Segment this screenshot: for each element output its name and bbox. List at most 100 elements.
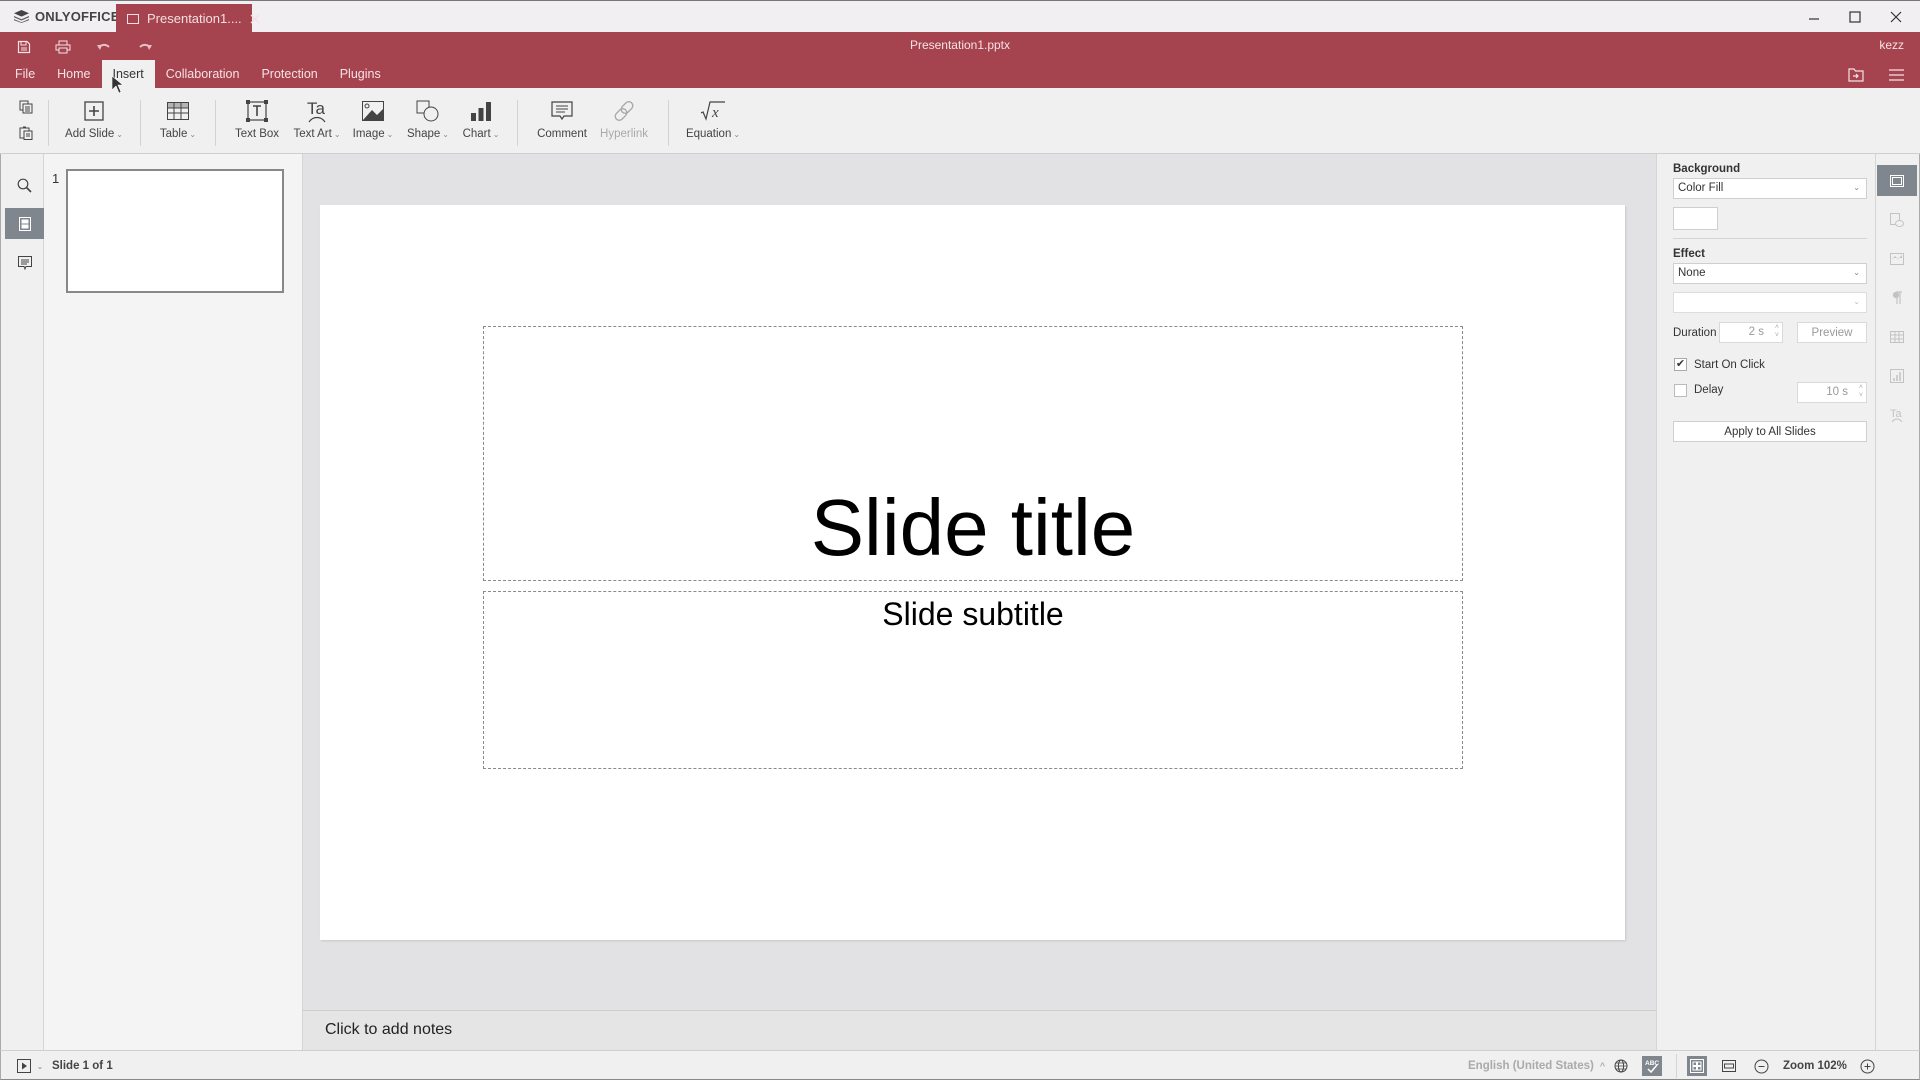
maximize-icon[interactable] [1843,7,1867,27]
slide-title[interactable]: Slide title [811,488,1136,568]
text-art-settings-icon: Ta [1890,407,1904,423]
duration-label: Duration [1673,327,1717,339]
start-slideshow-button[interactable] [16,1056,32,1076]
shape-icon [416,98,440,124]
close-window-icon[interactable] [1884,7,1908,27]
onlyoffice-logo-icon [14,10,29,23]
duration-value: 2 s [1748,326,1764,338]
paragraph-settings-icon [1892,290,1902,305]
slides-button[interactable] [5,208,44,239]
undo-icon[interactable] [92,37,116,57]
title-placeholder[interactable]: Slide title [483,326,1463,581]
spell-check-button[interactable]: ABC [1642,1056,1662,1076]
spinner-arrows-icon[interactable]: ˄ ˅ [1775,324,1779,340]
chevron-down-icon: ⌄ [386,130,394,139]
chevron-down-icon: ⌄ [733,130,741,139]
shape-settings-button[interactable] [1877,204,1917,235]
delay-checkbox[interactable] [1674,384,1687,397]
globe-icon [1614,1059,1628,1073]
image-button[interactable]: Image ⌄ [350,98,396,148]
notes-placeholder[interactable]: Click to add notes [325,1021,452,1039]
copy-icon[interactable] [16,98,36,116]
zoom-level[interactable]: Zoom 102% [1783,1056,1847,1076]
close-tab-icon[interactable] [250,14,260,24]
minimize-icon[interactable] [1802,7,1826,27]
effect-type-select[interactable]: ⌄ [1673,292,1867,313]
tab-protection[interactable]: Protection [250,60,328,88]
background-color-swatch[interactable] [1673,207,1718,230]
delay-input[interactable]: 10 s ˄ ˅ [1797,382,1867,403]
search-button[interactable] [5,170,44,201]
chevron-down-icon: ⌄ [1853,268,1860,277]
spinner-arrows-icon[interactable]: ˄ ˅ [1859,384,1863,400]
image-icon [362,98,384,124]
effect-select[interactable]: None ⌄ [1673,263,1867,284]
slide-counter: Slide 1 of 1 [52,1060,113,1072]
set-language-button[interactable] [1612,1056,1630,1076]
slide-settings-button[interactable] [1877,165,1917,196]
zoom-out-button[interactable] [1752,1056,1770,1076]
chart-button[interactable]: Chart ⌄ [459,98,503,148]
save-icon[interactable] [12,37,36,57]
open-location-icon[interactable] [1845,65,1867,85]
section-divider [1673,238,1867,239]
slide-subtitle[interactable]: Slide subtitle [882,596,1063,633]
zoom-in-button[interactable] [1858,1056,1876,1076]
apply-to-all-slides-button[interactable]: Apply to All Slides [1673,421,1867,442]
search-icon [17,178,32,193]
tab-collaboration[interactable]: Collaboration [155,60,251,88]
language-selector[interactable]: English (United States) ^ [1468,1056,1605,1076]
shape-button[interactable]: Shape ⌄ [404,98,452,148]
notes-area[interactable]: Click to add notes [303,1010,1656,1050]
text-art-settings-button[interactable]: Ta [1877,399,1917,430]
paste-icon[interactable] [16,124,36,142]
user-name[interactable]: kezz [1879,38,1904,52]
effect-value: None [1678,267,1706,279]
document-tab-icon [127,13,139,24]
fit-to-width-button[interactable] [1720,1056,1738,1076]
fit-to-slide-button[interactable] [1687,1056,1707,1076]
paragraph-settings-button[interactable] [1877,282,1917,313]
start-on-click-checkbox[interactable]: ✔ [1674,358,1687,371]
slide-thumbnail[interactable] [66,169,284,293]
image-settings-button[interactable] [1877,243,1917,274]
duration-input[interactable]: 2 s ˄ ˅ [1719,322,1783,343]
print-icon[interactable] [51,37,75,57]
zoom-in-icon [1860,1059,1875,1074]
document-tab[interactable]: Presentation1.... [116,4,260,33]
tab-file[interactable]: File [4,60,46,88]
text-box-button[interactable]: Text Box [232,98,282,148]
slide[interactable]: Slide title Slide subtitle [320,205,1625,940]
chart-settings-button[interactable] [1877,360,1917,391]
document-title: Presentation1.pptx [909,38,1011,52]
slideshow-options-chevron-icon[interactable]: ⌄ [34,1056,46,1076]
toolbar-separator [140,100,141,146]
hyperlink-button[interactable]: Hyperlink [598,98,650,148]
tab-plugins[interactable]: Plugins [329,60,392,88]
table-settings-button[interactable] [1877,321,1917,352]
add-slide-button[interactable]: Add Slide ⌄ [64,98,124,148]
comment-label: Comment [537,128,587,140]
table-icon [167,98,189,124]
statusbar-separator [1676,1054,1677,1078]
comments-button[interactable] [5,247,44,278]
window-titlebar: ONLYOFFICE Presentation1.... [0,0,1920,33]
svg-text:ABC: ABC [1645,1060,1659,1067]
tab-insert[interactable]: Insert [101,60,155,88]
chevron-down-icon: ⌄ [1853,183,1860,192]
tab-home[interactable]: Home [46,60,101,88]
mouse-cursor-icon [112,76,124,94]
chevron-down-icon: ⌄ [492,130,500,139]
comment-button[interactable]: Comment [534,98,590,148]
chevron-down-icon: ⌄ [189,130,197,139]
chevron-down-icon: ⌄ [116,130,123,139]
text-art-button[interactable]: Ta Text Art ⌄ [292,98,342,148]
table-button[interactable]: Table ⌄ [156,98,200,148]
background-fill-select[interactable]: Color Fill ⌄ [1673,178,1867,199]
image-settings-icon [1890,252,1904,265]
menu-icon[interactable] [1885,65,1907,85]
preview-button[interactable]: Preview [1797,322,1867,343]
redo-icon[interactable] [133,37,157,57]
equation-button[interactable]: x Equation ⌄ [685,98,741,148]
subtitle-placeholder[interactable]: Slide subtitle [483,591,1463,769]
